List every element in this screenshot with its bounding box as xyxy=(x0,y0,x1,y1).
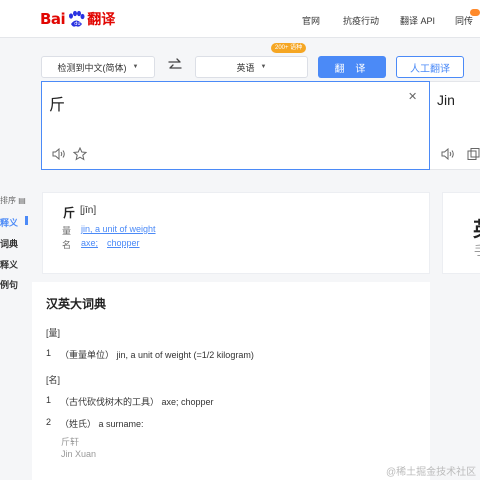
copy-icon[interactable] xyxy=(467,148,480,160)
source-language-label: 检测到中文(简体) xyxy=(57,62,127,73)
language-count-tag: 200+ 语种 xyxy=(271,43,307,53)
nav-official-site[interactable]: 官网 xyxy=(302,14,320,27)
entry-text: （重量单位） jin, a unit of weight (=1/2 kilog… xyxy=(60,350,254,360)
target-text-area: Jin xyxy=(430,81,480,170)
entry-number: 1 xyxy=(46,348,52,358)
example-english: Jin Xuan xyxy=(61,449,97,459)
source-text-area[interactable]: 斤 ✕ xyxy=(41,81,430,170)
side-panel-card: 英 手 xyxy=(442,192,480,274)
sidebar-active-indicator xyxy=(25,216,28,225)
svg-text:du: du xyxy=(74,21,80,27)
side-panel-sub: 手 xyxy=(474,240,480,259)
section-label: [量] xyxy=(46,328,61,338)
section-label: [名] xyxy=(46,375,61,385)
sidebar-item-examples[interactable]: 例句 xyxy=(0,278,28,291)
entry-text: （古代砍伐树木的工具） axe; chopper xyxy=(60,397,214,407)
speaker-icon[interactable] xyxy=(52,148,66,160)
speaker-icon[interactable] xyxy=(441,148,455,160)
star-icon[interactable] xyxy=(73,147,87,161)
sidebar-item-dictionary[interactable]: 词典 xyxy=(0,237,28,250)
entry-number: 1 xyxy=(46,395,52,405)
swap-languages-icon[interactable] xyxy=(167,57,183,73)
logo-text: Bai xyxy=(40,10,66,28)
entry-text: （姓氏） a surname: xyxy=(60,419,144,429)
baidu-fanyi-logo[interactable]: Bai du 翻译 xyxy=(40,6,115,32)
nav-badge xyxy=(470,9,480,16)
translation-result: Jin xyxy=(437,92,455,108)
source-text: 斤 xyxy=(49,97,66,114)
example-chinese: 斤轩 xyxy=(61,437,80,447)
meaning-link[interactable]: chopper xyxy=(107,238,140,248)
target-language-select[interactable]: 英语 ▼ xyxy=(195,56,308,78)
sidebar-item-definition[interactable]: 释义 xyxy=(0,216,28,229)
part-of-speech: 量 xyxy=(62,226,72,236)
watermark: @稀土掘金技术社区 xyxy=(386,467,477,478)
part-of-speech: 名 xyxy=(62,240,72,250)
meaning-link[interactable]: axe; xyxy=(81,238,98,248)
side-panel-title: 英 xyxy=(473,213,480,242)
sidebar-sort-label: 排序 xyxy=(0,196,16,205)
nav-simultaneous[interactable]: 同传 xyxy=(455,14,473,27)
dictionary-title: 汉英大词典 xyxy=(46,297,107,311)
logo-fanyi: 翻译 xyxy=(87,11,116,27)
pinyin: [jīn] xyxy=(80,205,97,216)
caret-down-icon: ▼ xyxy=(260,64,267,70)
dictionary-panel: 汉英大词典 [量] 1 （重量单位） jin, a unit of weight… xyxy=(32,282,430,480)
caret-down-icon: ▼ xyxy=(132,64,139,70)
target-language-label: 英语 xyxy=(236,62,255,73)
paw-icon: du xyxy=(69,10,85,27)
source-language-select[interactable]: 检测到中文(简体) ▼ xyxy=(41,56,155,78)
sidebar-item-definition-2[interactable]: 释义 xyxy=(0,258,28,271)
nav-translate-api[interactable]: 翻译 API xyxy=(400,14,435,27)
close-icon[interactable]: ✕ xyxy=(408,90,417,103)
entry-number: 2 xyxy=(46,417,52,427)
sidebar-sort[interactable]: ▤ 排序 xyxy=(0,195,28,206)
top-bar: Bai du 翻译 官网 抗疫行动 翻译 API 同传 xyxy=(0,0,480,38)
translate-button[interactable]: 翻 译 xyxy=(318,56,386,78)
headword: 斤 xyxy=(63,206,76,220)
nav-anti-epidemic[interactable]: 抗疫行动 xyxy=(343,14,379,27)
definition-card: 斤 [jīn] 量 jin, a unit of weight 名 axe; c… xyxy=(42,192,430,274)
human-translation-button[interactable]: 人工翻译 xyxy=(396,56,464,78)
meaning-link[interactable]: jin, a unit of weight xyxy=(81,224,156,234)
